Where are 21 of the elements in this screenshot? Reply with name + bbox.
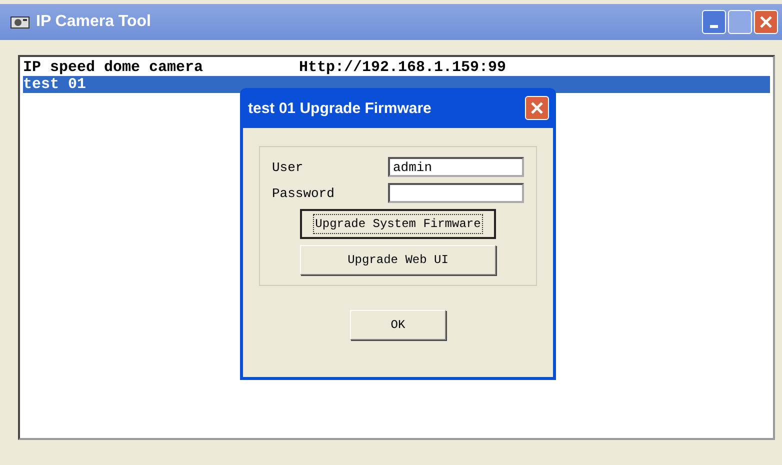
dialog-title: test 01 Upgrade Firmware (248, 100, 432, 116)
camera-address: Http://192.168.1.159:99 (299, 59, 506, 76)
minimize-button[interactable] (702, 10, 726, 34)
ok-button[interactable]: OK (350, 310, 446, 340)
field-label: Password (272, 186, 334, 200)
camera-name: test 01 (23, 76, 88, 93)
maximize-button[interactable] (728, 10, 752, 34)
window-title: IP Camera Tool (36, 13, 152, 31)
minimize-icon (710, 25, 718, 28)
close-icon (760, 16, 772, 28)
camera-name: IP speed dome camera (23, 59, 204, 76)
input-field[interactable] (388, 183, 524, 203)
upgrade-button[interactable]: Upgrade System Firmware (300, 209, 496, 239)
camera-icon (10, 14, 30, 30)
upgrade-button[interactable]: Upgrade Web UI (300, 245, 496, 275)
input-field[interactable]: admin (388, 157, 524, 177)
close-icon (531, 102, 543, 114)
camera-row[interactable]: IP speed dome camera Http://192.168.1.159:99 (23, 59, 770, 76)
close-button[interactable] (754, 10, 778, 34)
field-label: User (272, 160, 304, 174)
close-button[interactable] (525, 96, 549, 120)
